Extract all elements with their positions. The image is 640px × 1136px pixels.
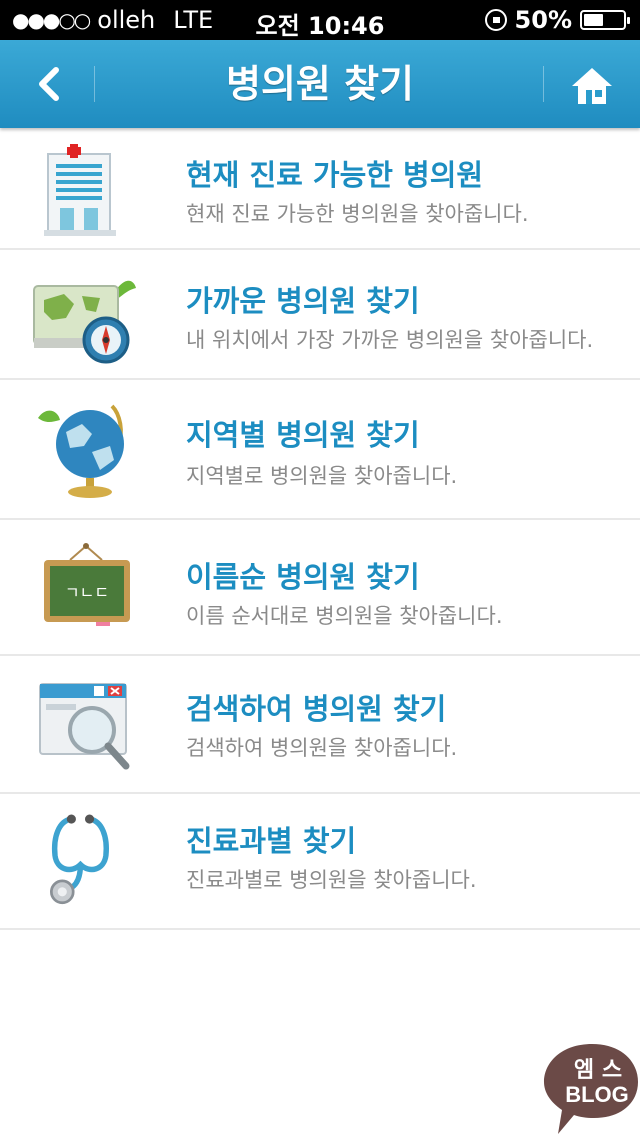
menu-item-description: 현재 진료 가능한 병의원을 찾아줍니다. xyxy=(186,202,529,226)
map-compass-icon xyxy=(33,280,136,364)
watermark-line2: BLOG xyxy=(565,1082,629,1107)
menu-item-by-region[interactable]: 지역별 병의원 찾기 지역별로 병의원을 찾아줍니다. xyxy=(0,380,640,520)
stethoscope-icon xyxy=(50,814,109,905)
navigation-bar: 병의원 찾기 xyxy=(0,40,640,128)
home-icon xyxy=(572,68,612,104)
menu-item-by-department[interactable]: 진료과별 찾기 진료과별로 병의원을 찾아줍니다. xyxy=(0,794,640,930)
menu-item-description: 검색하여 병의원을 찾아줍니다. xyxy=(186,736,458,760)
menu-item-description: 지역별로 병의원을 찾아줍니다. xyxy=(186,464,458,488)
menu-item-description: 진료과별로 병의원을 찾아줍니다. xyxy=(186,868,477,892)
menu-item-title: 지역별 병의원 찾기 xyxy=(186,418,420,452)
menu-item-description: 이름 순서대로 병의원을 찾아줍니다. xyxy=(186,604,503,628)
menu-item-title: 가까운 병의원 찾기 xyxy=(186,284,420,318)
menu-item-search[interactable]: 검색하여 병의원 찾기 검색하여 병의원을 찾아줍니다. xyxy=(0,656,640,794)
page-title: 병의원 찾기 xyxy=(225,62,415,106)
status-bar: ●●●○○ olleh LTE 오전 10:46 50% xyxy=(0,0,640,40)
menu-item-available-now[interactable]: 현재 진료 가능한 병의원 현재 진료 가능한 병의원을 찾아줍니다. xyxy=(0,128,640,250)
battery-percent: 50% xyxy=(514,6,572,34)
globe-icon xyxy=(38,404,124,498)
watermark-line1: 엠 스 xyxy=(573,1058,623,1083)
blog-watermark: 엠 스 BLOG xyxy=(540,1040,640,1136)
chalkboard-text: ㄱㄴㄷ xyxy=(65,583,109,602)
status-right: 50% xyxy=(484,6,630,34)
menu-item-nearby[interactable]: 가까운 병의원 찾기 내 위치에서 가장 가까운 병의원을 찾아줍니다. xyxy=(0,250,640,380)
search-window-icon xyxy=(39,683,130,770)
orientation-lock-icon xyxy=(484,9,507,31)
chalkboard-icon: ㄱㄴㄷ xyxy=(44,543,130,626)
hospital-building-icon xyxy=(44,144,116,236)
battery-level-fill xyxy=(584,14,603,26)
menu-item-by-name[interactable]: ㄱㄴㄷ 이름순 병의원 찾기 이름 순서대로 병의원을 찾아줍니다. xyxy=(0,520,640,656)
home-button[interactable] xyxy=(566,60,618,112)
menu-item-title: 이름순 병의원 찾기 xyxy=(186,560,420,594)
menu-item-description: 내 위치에서 가장 가까운 병의원을 찾아줍니다. xyxy=(186,328,594,352)
menu-item-title: 진료과별 찾기 xyxy=(186,824,357,858)
battery-icon xyxy=(580,10,630,30)
menu-item-title: 현재 진료 가능한 병의원 xyxy=(186,158,484,192)
menu-item-title: 검색하여 병의원 찾기 xyxy=(186,692,447,726)
nav-divider-right xyxy=(543,66,544,102)
